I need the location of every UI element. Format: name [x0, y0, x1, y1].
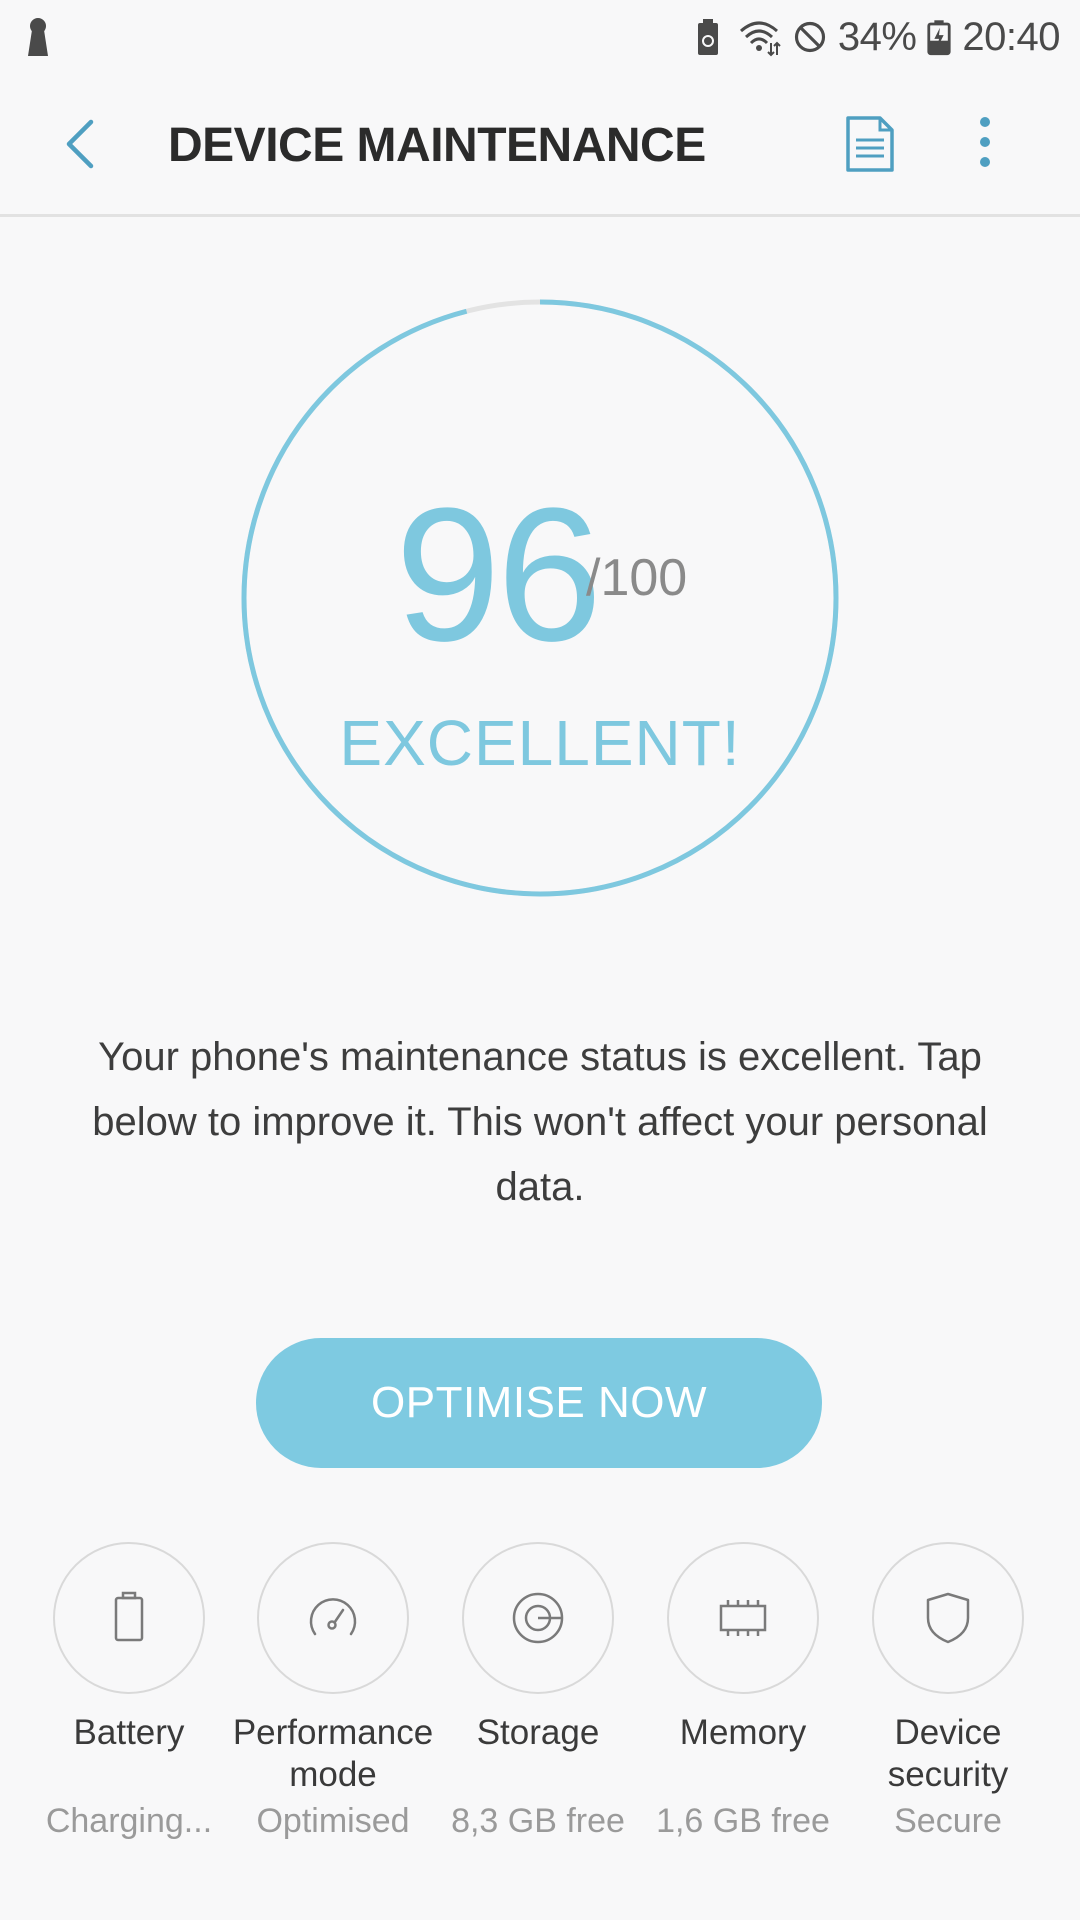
feature-value: Secure — [894, 1802, 1002, 1840]
more-options-icon[interactable] — [960, 114, 1010, 174]
report-document-icon[interactable] — [840, 114, 900, 174]
feature-shortcuts: Battery Charging... Performance mode Opt… — [0, 1542, 1080, 1872]
feature-value: Optimised — [256, 1802, 410, 1840]
feature-label: Memory — [679, 1713, 807, 1752]
feature-label: Device security — [887, 1713, 1009, 1794]
memory-chip-icon — [719, 1600, 767, 1636]
feature-label: Battery — [73, 1713, 185, 1752]
page-title: DEVICE MAINTENANCE — [168, 119, 706, 172]
feature-performance-mode[interactable]: Performance mode Optimised — [231, 1542, 435, 1841]
score-status: EXCELLENT! — [339, 707, 741, 779]
status-icons: 34% 20:40 — [680, 12, 1060, 62]
device-security-button[interactable] — [872, 1542, 1024, 1694]
app-bar: DEVICE MAINTENANCE — [0, 74, 1080, 217]
performance-mode-button[interactable] — [257, 1542, 409, 1694]
back-arrow-icon[interactable] — [55, 116, 111, 172]
status-bar: 34% 20:40 — [0, 0, 1080, 74]
battery-charging-icon — [927, 20, 951, 56]
optimise-now-button[interactable]: OPTIMISE NOW — [256, 1338, 822, 1468]
do-not-disturb-icon — [794, 21, 825, 53]
battery-percent: 34% — [837, 14, 917, 59]
feature-label: Storage — [476, 1713, 600, 1752]
score-value: 96 — [395, 469, 602, 681]
speedometer-icon — [309, 1598, 357, 1636]
storage-button[interactable] — [462, 1542, 614, 1694]
wifi-icon — [739, 21, 781, 57]
feature-value: 8,3 GB free — [451, 1802, 625, 1840]
feature-battery[interactable]: Battery Charging... — [27, 1542, 231, 1841]
memory-button[interactable] — [667, 1542, 819, 1694]
score-total: /100 — [586, 549, 688, 607]
feature-label: Performance mode — [232, 1713, 434, 1794]
feature-value: 1,6 GB free — [656, 1802, 830, 1840]
battery-saver-icon — [697, 19, 718, 55]
feature-value: Charging... — [45, 1802, 213, 1840]
feature-device-security[interactable]: Device security Secure — [846, 1542, 1050, 1841]
feature-storage[interactable]: Storage 8,3 GB free — [436, 1542, 640, 1841]
storage-icon — [512, 1592, 564, 1644]
battery-icon — [114, 1591, 144, 1642]
shield-icon — [926, 1592, 970, 1644]
keyhole-icon — [28, 18, 48, 56]
feature-memory[interactable]: Memory 1,6 GB free — [641, 1542, 845, 1841]
battery-button[interactable] — [53, 1542, 205, 1694]
maintenance-message: Your phone's maintenance status is excel… — [92, 1035, 988, 1209]
clock: 20:40 — [962, 14, 1060, 59]
